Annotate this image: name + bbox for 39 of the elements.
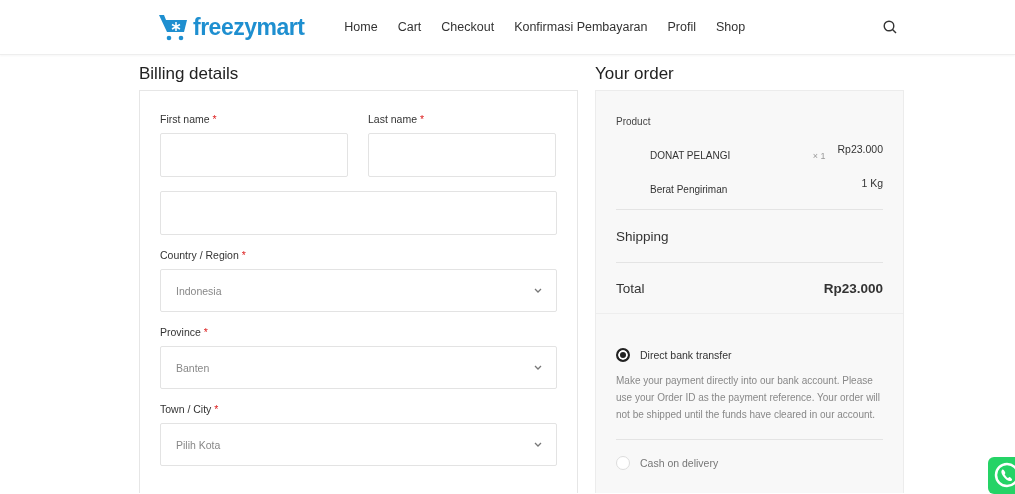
chat-icon[interactable]: [988, 457, 1015, 494]
field-label: First name *: [160, 113, 218, 125]
select-field[interactable]: Banten: [160, 346, 557, 389]
chevron-down-icon: [534, 365, 542, 370]
payment-option[interactable]: Cash on delivery: [616, 456, 883, 470]
section-title: Your order: [595, 62, 675, 85]
chevron-down-icon: [534, 288, 542, 293]
logo-text[interactable]: freezymart: [193, 13, 305, 41]
chevron-down-icon: [534, 442, 542, 447]
nav-link[interactable]: Checkout: [441, 20, 495, 34]
item-price: 1 Kg: [861, 177, 883, 189]
field-label: Town / City *: [160, 403, 220, 415]
nav-link[interactable]: Cart: [397, 20, 422, 34]
item-quantity: × 1: [812, 150, 826, 161]
cart-icon: [158, 12, 190, 42]
nav-link[interactable]: Konfirmasi Pembayaran: [514, 20, 648, 34]
select-field[interactable]: Indonesia: [160, 269, 557, 312]
column-heading: Product: [616, 116, 651, 127]
item-name: Berat Pengiriman: [650, 183, 729, 195]
nav-link[interactable]: Shop: [716, 20, 746, 34]
field-label: Last name *: [368, 113, 426, 125]
shipping-label: Shipping: [616, 228, 669, 244]
field-label: Country / Region *: [160, 249, 247, 261]
nav-link[interactable]: Home: [344, 20, 378, 34]
input-field[interactable]: [160, 133, 348, 177]
select-field[interactable]: Pilih Kota: [160, 423, 557, 466]
item-price: Rp23.000: [837, 143, 883, 155]
input-field[interactable]: [160, 191, 557, 235]
nav-link[interactable]: Profil: [667, 20, 696, 34]
payment-description: Make your payment directly into our bank account. Please use your Order ID as the payment reference. Your order will not be shipped until the funds have cleared in our account.: [616, 374, 882, 422]
item-name: DONAT PELANGI: [650, 149, 732, 161]
input-field[interactable]: [368, 133, 556, 177]
field-label: Province *: [160, 326, 209, 338]
payment-option[interactable]: Direct bank transfer: [616, 348, 883, 362]
search-icon[interactable]: [883, 20, 897, 34]
total-label: Total: [616, 280, 645, 296]
section-title: Billing details: [139, 62, 240, 85]
total-amount: Rp23.000: [823, 280, 883, 296]
radio-button[interactable]: [616, 348, 630, 362]
